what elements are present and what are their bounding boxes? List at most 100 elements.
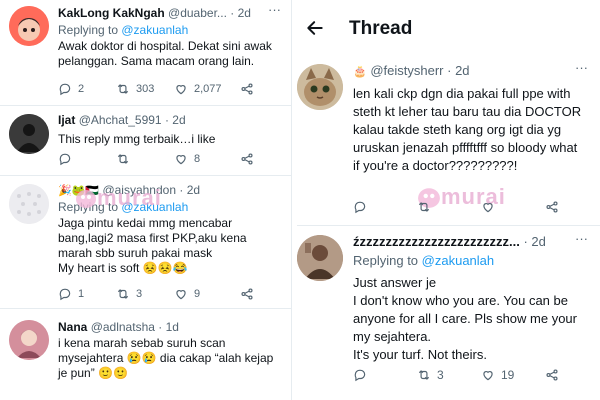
like-icon (176, 290, 186, 300)
tweet-line: kalau takde steth kang org igt dia yg (353, 122, 562, 137)
timestamp[interactable]: · 2d (447, 63, 469, 78)
timestamp[interactable]: · 2d (165, 113, 186, 127)
retweet-button[interactable] (417, 200, 481, 214)
tweet-line: my sejahtera. (353, 329, 432, 344)
like-icon (176, 85, 186, 95)
tweet-line: je pun” 🙂🙂 (58, 366, 128, 380)
replying-to: Replying to @zakuanlah (353, 252, 596, 270)
mention-link[interactable]: @zakuanlah (121, 23, 188, 37)
retweet-icon (117, 84, 129, 94)
user-handle[interactable]: @Ahchat_5991 (79, 113, 162, 127)
tweet[interactable]: 🎂 @feistysherr · 2d len kali ckp dgn dia… (297, 56, 600, 226)
display-name[interactable]: źzzzzzzzzzzzzzzzzzzzzzzz... (353, 234, 520, 249)
like-button[interactable]: 2,077 (174, 82, 240, 96)
tweet-line: mysejahtera 😢😢 dia cakap “alah kejap (58, 351, 274, 365)
reply-count: 1 (78, 288, 85, 300)
page-title: Thread (349, 18, 413, 39)
tweet-line: Just answer je (353, 275, 437, 290)
display-name[interactable]: Ijat (58, 113, 75, 127)
share-icon (241, 83, 253, 95)
display-name[interactable]: 🎉🐸🇵🇸 (58, 185, 99, 197)
tweet[interactable]: źzzzzzzzzzzzzzzzzzzzzzzz... · 2d Replyin… (297, 227, 600, 400)
avatar[interactable] (9, 184, 49, 224)
timestamp[interactable]: · 1d (158, 320, 179, 334)
reply-button[interactable] (58, 152, 116, 166)
timestamp[interactable]: · 2d (523, 234, 545, 249)
reply-icon (59, 288, 71, 301)
thread-view: Thread 🎂 @feistysherr · 2d len kali ckp … (297, 0, 600, 400)
tweet-line: len kali ckp dgn dia pakai full ppe with (353, 86, 571, 101)
share-icon (546, 201, 558, 213)
tweet[interactable]: KakLong KakNgah @duaber... · 2d Replying… (0, 0, 291, 106)
tweet[interactable]: 🎉🐸🇵🇸 @aisyahndon · 2d Replying to @zakua… (0, 177, 291, 309)
tweet[interactable]: Ijat @Ahchat_5991 · 2d This reply mmg te… (0, 107, 291, 176)
user-handle[interactable]: @feistysherr (370, 63, 443, 78)
tweet-line: i kena marah sebab suruh scan (58, 336, 226, 350)
retweet-button[interactable]: 3 (417, 368, 481, 382)
replying-to: Replying to @zakuanlah (58, 23, 287, 38)
like-button[interactable] (481, 200, 545, 214)
tweet-line: This reply mmg terbaik…i like (58, 132, 216, 146)
share-icon (241, 288, 253, 300)
thread-header: Thread (297, 0, 600, 56)
display-name[interactable]: 🎂 (353, 66, 367, 78)
tweet-header: 🎉🐸🇵🇸 @aisyahndon · 2d (58, 183, 287, 198)
tweet-text: Jaga pintu kedai mmg mencabar bang,lagi2… (58, 216, 287, 276)
user-handle[interactable]: @adlnatsha (91, 320, 155, 334)
retweet-count: 303 (136, 83, 155, 95)
tweet-header: 🎂 @feistysherr · 2d (353, 62, 596, 79)
more-icon[interactable]: ··· (268, 2, 281, 17)
timestamp[interactable]: · 2d (230, 6, 251, 20)
retweet-count: 3 (136, 288, 143, 300)
like-button[interactable]: 19 (481, 368, 545, 382)
share-icon (546, 369, 558, 381)
avatar[interactable] (9, 320, 49, 360)
tweet-actions: 2 303 2,077 (58, 82, 260, 96)
tweet-line: pelanggan. Sama macam orang lain. (58, 54, 255, 68)
tweet[interactable]: Nana @adlnatsha · 1d i kena marah sebab … (0, 310, 291, 400)
avatar[interactable] (297, 235, 343, 281)
display-name[interactable]: KakLong KakNgah (58, 6, 165, 20)
retweet-button[interactable] (116, 152, 174, 166)
tweet-header: KakLong KakNgah @duaber... · 2d (58, 6, 287, 21)
reply-icon (59, 153, 71, 166)
tweet-text: Awak doktor di hospital. Dekat sini awak… (58, 39, 287, 69)
more-icon[interactable]: ··· (575, 60, 588, 75)
back-arrow-icon[interactable] (305, 18, 325, 38)
user-handle[interactable]: @aisyahndon (102, 183, 176, 197)
tweet-line: Awak doktor di hospital. Dekat sini awak (58, 39, 272, 53)
tweet-line: I don't know who you are. You can be (353, 293, 568, 308)
user-handle[interactable]: @duaber... (168, 6, 227, 20)
reply-button[interactable]: 2 (58, 82, 116, 96)
avatar[interactable] (9, 114, 49, 154)
like-button[interactable]: 9 (174, 287, 240, 301)
display-name[interactable]: Nana (58, 320, 87, 334)
timestamp[interactable]: · 2d (179, 183, 200, 197)
avatar[interactable] (297, 64, 343, 110)
reply-button[interactable]: 1 (58, 287, 116, 301)
share-button[interactable] (545, 368, 565, 382)
mention-link[interactable]: @zakuanlah (121, 200, 188, 214)
reply-count: 2 (78, 83, 85, 95)
tweet-text: i kena marah sebab suruh scan mysejahter… (58, 336, 287, 381)
retweet-button[interactable]: 3 (116, 287, 174, 301)
reply-icon (59, 83, 71, 96)
avatar[interactable] (9, 6, 49, 46)
replying-prefix: Replying to (58, 23, 122, 37)
like-icon (176, 155, 186, 165)
share-button[interactable] (240, 152, 260, 166)
tweet-line: uruskan jenazah pfffftfff so bloody what (353, 140, 578, 155)
reply-button[interactable] (353, 368, 417, 382)
reply-button[interactable] (353, 200, 417, 214)
tweet-actions: 8 (58, 152, 260, 166)
share-button[interactable] (240, 82, 260, 96)
tweet-line: bang,lagi2 masa first PKP,aku kena (58, 231, 247, 245)
share-button[interactable] (545, 200, 565, 214)
like-icon (483, 203, 493, 213)
retweet-button[interactable]: 303 (116, 82, 174, 96)
share-button[interactable] (240, 287, 260, 301)
more-icon[interactable]: ··· (575, 231, 588, 246)
left-feed: KakLong KakNgah @duaber... · 2d Replying… (0, 0, 291, 400)
mention-link[interactable]: @zakuanlah (422, 253, 494, 268)
like-button[interactable]: 8 (174, 152, 240, 166)
